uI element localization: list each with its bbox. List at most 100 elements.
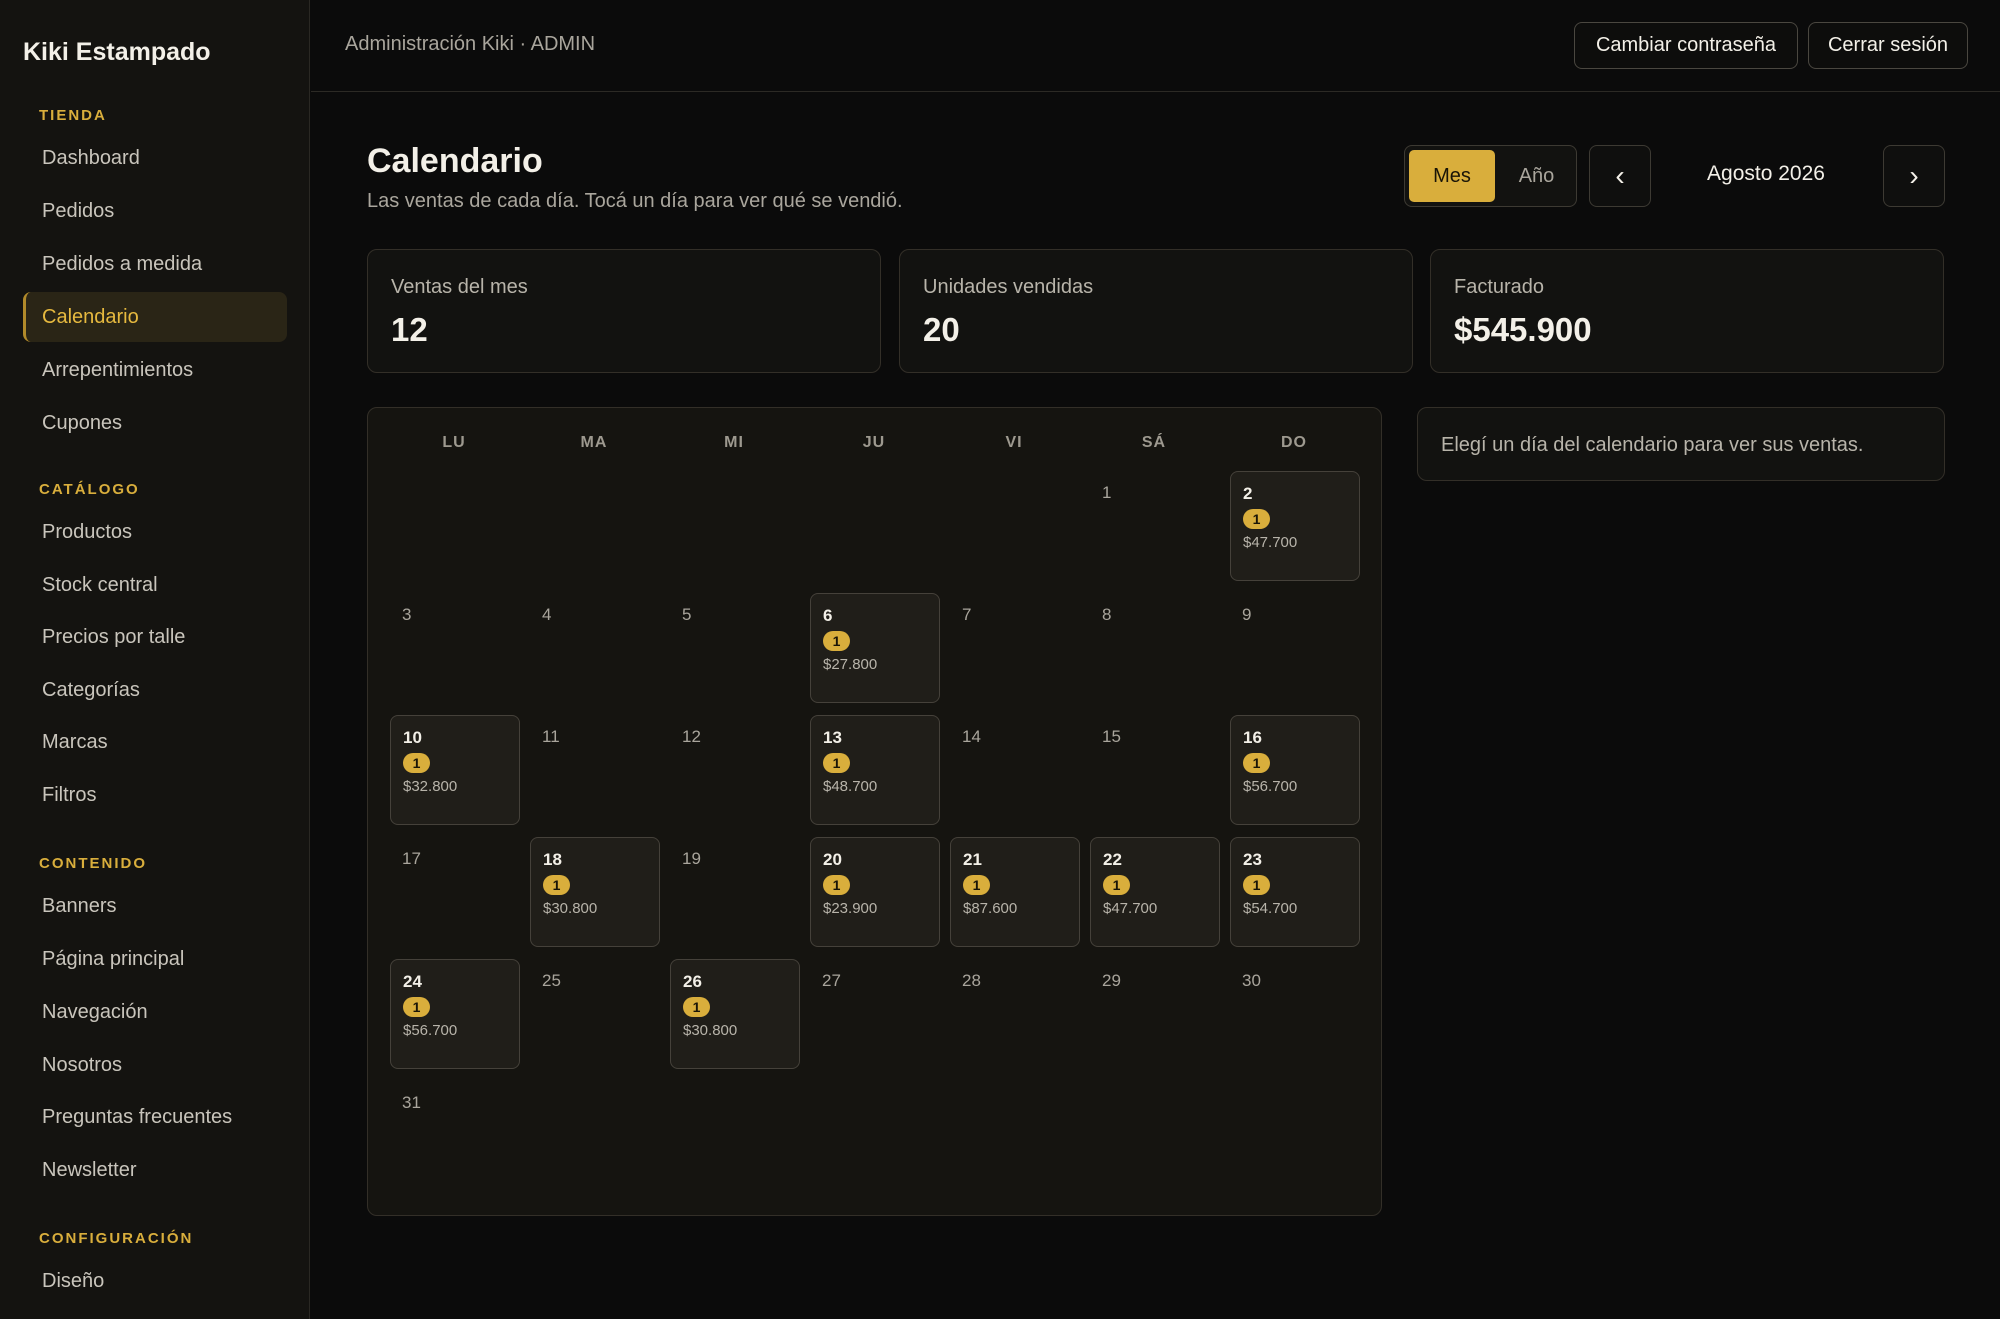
view-year-button[interactable]: Año — [1499, 150, 1574, 202]
calendar-grid: LU MA MI JU VI SÁ DO 1 2 1 $47.700 3 4 5 6 1 $27.800 7 8 9 1… — [367, 407, 1382, 1216]
day-number: 23 — [1243, 850, 1262, 869]
calendar-day-30[interactable]: 30 — [1230, 959, 1360, 1069]
calendar-day-9[interactable]: 9 — [1230, 593, 1360, 703]
brand-logo[interactable]: Kiki Estampado — [23, 38, 211, 67]
stat-value: 12 — [391, 311, 428, 348]
chevron-left-icon: ‹ — [1615, 160, 1625, 191]
day-number: 31 — [402, 1093, 421, 1112]
day-number: 12 — [682, 727, 701, 746]
sidebar-item-cupones[interactable]: Cupones — [23, 398, 287, 448]
calendar-day-12[interactable]: 12 — [670, 715, 800, 825]
sidebar-item-filtros[interactable]: Filtros — [23, 770, 287, 820]
day-number: 13 — [823, 728, 842, 747]
sales-count-badge: 1 — [823, 753, 850, 773]
sidebar-item-pedidos-a-medida[interactable]: Pedidos a medida — [23, 239, 287, 289]
sidebar-item-pagina-principal[interactable]: Página principal — [23, 934, 287, 984]
sales-count-badge: 1 — [1243, 875, 1270, 895]
calendar-day-7[interactable]: 7 — [950, 593, 1080, 703]
day-number: 17 — [402, 849, 421, 868]
day-number: 24 — [403, 972, 422, 991]
calendar-day-2[interactable]: 2 1 $47.700 — [1230, 471, 1360, 581]
sidebar-item-banners[interactable]: Banners — [23, 881, 287, 931]
stat-card-unidades: Unidades vendidas 20 — [899, 249, 1413, 373]
sales-amount: $47.700 — [1103, 900, 1158, 917]
next-period-button[interactable]: › — [1883, 145, 1945, 207]
sidebar: Kiki Estampado TIENDA Dashboard Pedidos … — [0, 0, 310, 1319]
calendar-day-25[interactable]: 25 — [530, 959, 660, 1069]
period-label: Agosto 2026 — [1707, 162, 1825, 185]
sales-count-badge: 1 — [683, 997, 710, 1017]
day-number: 27 — [822, 971, 841, 990]
change-password-button[interactable]: Cambiar contraseña — [1574, 22, 1798, 69]
sales-amount: $23.900 — [823, 900, 878, 917]
view-month-button[interactable]: Mes — [1409, 150, 1495, 202]
calendar-day-17[interactable]: 17 — [390, 837, 520, 947]
calendar-day-19[interactable]: 19 — [670, 837, 800, 947]
calendar-day-29[interactable]: 29 — [1090, 959, 1220, 1069]
sales-amount: $48.700 — [823, 778, 878, 795]
sidebar-item-stock-central[interactable]: Stock central — [23, 560, 287, 610]
sidebar-item-pedidos[interactable]: Pedidos — [23, 186, 287, 236]
calendar-day-14[interactable]: 14 — [950, 715, 1080, 825]
calendar-day-21[interactable]: 21 1 $87.600 — [950, 837, 1080, 947]
view-toggle: Mes Año — [1404, 145, 1577, 207]
sidebar-item-dashboard[interactable]: Dashboard — [23, 133, 287, 183]
sidebar-item-navegacion[interactable]: Navegación — [23, 987, 287, 1037]
sidebar-item-marcas[interactable]: Marcas — [23, 717, 287, 767]
logout-button[interactable]: Cerrar sesión — [1808, 22, 1968, 69]
sales-amount: $47.700 — [1243, 534, 1298, 551]
calendar-day-18[interactable]: 18 1 $30.800 — [530, 837, 660, 947]
calendar-day-31[interactable]: 31 — [390, 1081, 520, 1191]
calendar-day-10[interactable]: 10 1 $32.800 — [390, 715, 520, 825]
day-number: 10 — [403, 728, 422, 747]
day-number: 29 — [1102, 971, 1121, 990]
sidebar-item-preguntas-frecuentes[interactable]: Preguntas frecuentes — [23, 1092, 287, 1142]
nav-section-configuracion: CONFIGURACIÓN — [39, 1230, 194, 1247]
weekday-header: VI — [1005, 434, 1023, 451]
day-number: 2 — [1243, 484, 1253, 503]
day-number: 6 — [823, 606, 833, 625]
sidebar-item-arrepentimientos[interactable]: Arrepentimientos — [23, 345, 287, 395]
calendar-day-15[interactable]: 15 — [1090, 715, 1220, 825]
sidebar-item-calendario[interactable]: Calendario — [23, 292, 287, 342]
calendar-day-11[interactable]: 11 — [530, 715, 660, 825]
sales-count-badge: 1 — [823, 875, 850, 895]
day-number: 18 — [543, 850, 562, 869]
calendar-day-1[interactable]: 1 — [1090, 471, 1220, 581]
sidebar-item-newsletter[interactable]: Newsletter — [23, 1145, 287, 1195]
sidebar-item-nosotros[interactable]: Nosotros — [23, 1040, 287, 1090]
calendar-day-13[interactable]: 13 1 $48.700 — [810, 715, 940, 825]
sales-count-badge: 1 — [1103, 875, 1130, 895]
stat-card-facturado: Facturado $545.900 — [1430, 249, 1944, 373]
sales-amount: $32.800 — [403, 778, 458, 795]
sales-count-badge: 1 — [1243, 509, 1270, 529]
day-number: 28 — [962, 971, 981, 990]
sidebar-item-diseno[interactable]: Diseño — [23, 1256, 287, 1306]
sidebar-item-productos[interactable]: Productos — [23, 507, 287, 557]
calendar-day-27[interactable]: 27 — [810, 959, 940, 1069]
day-number: 30 — [1242, 971, 1261, 990]
calendar-day-4[interactable]: 4 — [530, 593, 660, 703]
calendar-day-8[interactable]: 8 — [1090, 593, 1220, 703]
nav-section-catalogo: CATÁLOGO — [39, 481, 140, 498]
sales-amount: $27.800 — [823, 656, 878, 673]
stat-card-ventas: Ventas del mes 12 — [367, 249, 881, 373]
day-number: 9 — [1242, 605, 1252, 624]
calendar-day-26[interactable]: 26 1 $30.800 — [670, 959, 800, 1069]
sidebar-item-categorias[interactable]: Categorías — [23, 665, 287, 715]
day-number: 15 — [1102, 727, 1121, 746]
calendar-day-5[interactable]: 5 — [670, 593, 800, 703]
sales-count-badge: 1 — [543, 875, 570, 895]
calendar-day-24[interactable]: 24 1 $56.700 — [390, 959, 520, 1069]
calendar-day-6[interactable]: 6 1 $27.800 — [810, 593, 940, 703]
sidebar-item-precios-por-talle[interactable]: Precios por talle — [23, 612, 287, 662]
prev-period-button[interactable]: ‹ — [1589, 145, 1651, 207]
calendar-day-22[interactable]: 22 1 $47.700 — [1090, 837, 1220, 947]
calendar-day-23[interactable]: 23 1 $54.700 — [1230, 837, 1360, 947]
calendar-day-16[interactable]: 16 1 $56.700 — [1230, 715, 1360, 825]
topbar: Administración Kiki · ADMIN Cambiar cont… — [311, 0, 2000, 92]
calendar-day-3[interactable]: 3 — [390, 593, 520, 703]
sales-amount: $56.700 — [403, 1022, 458, 1039]
calendar-day-20[interactable]: 20 1 $23.900 — [810, 837, 940, 947]
calendar-day-28[interactable]: 28 — [950, 959, 1080, 1069]
